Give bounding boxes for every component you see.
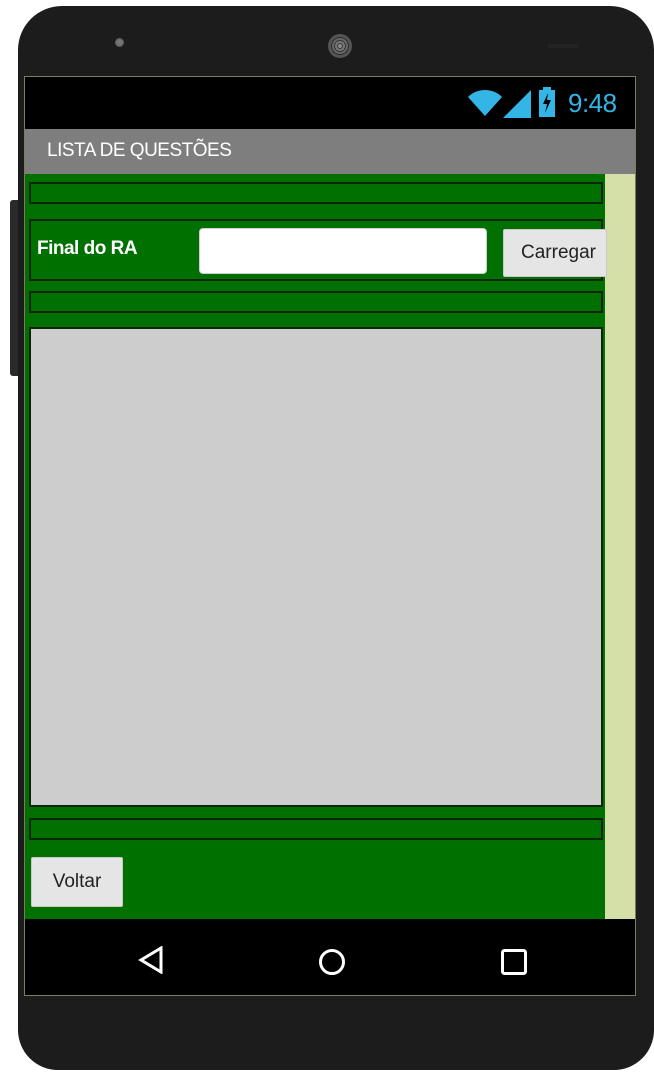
back-triangle-icon[interactable] [138, 946, 164, 974]
spacer-middle [29, 291, 603, 313]
ra-label: Final do RA [37, 238, 138, 259]
proximity-sensor [548, 44, 578, 48]
status-clock: 9:48 [568, 88, 617, 118]
navigation-bar [25, 919, 635, 995]
question-list[interactable] [29, 327, 603, 807]
battery-charging-icon [539, 87, 555, 117]
screen: 9:48 LISTA DE QUESTÕES Final do RA Carre… [24, 76, 636, 996]
earpiece-speaker-icon [328, 34, 352, 58]
ra-row: Final do RA Carregar [29, 219, 607, 281]
title-bar: LISTA DE QUESTÕES [25, 129, 635, 174]
recent-apps-square-icon[interactable] [500, 948, 528, 976]
status-bar: 9:48 [25, 77, 635, 129]
back-button[interactable]: Voltar [31, 857, 123, 907]
front-camera-icon [115, 38, 124, 47]
spacer-bottom [29, 818, 603, 840]
load-button[interactable]: Carregar [503, 229, 607, 277]
wifi-icon [468, 89, 502, 116]
spacer-top [29, 182, 603, 204]
ra-input[interactable] [199, 228, 487, 274]
main-panel: Final do RA Carregar Voltar [25, 174, 607, 919]
screen-title: LISTA DE QUESTÕES [47, 140, 232, 161]
power-button [10, 200, 18, 376]
content-area: Final do RA Carregar Voltar [25, 174, 635, 919]
signal-icon [503, 90, 531, 118]
home-circle-icon[interactable] [318, 948, 346, 976]
